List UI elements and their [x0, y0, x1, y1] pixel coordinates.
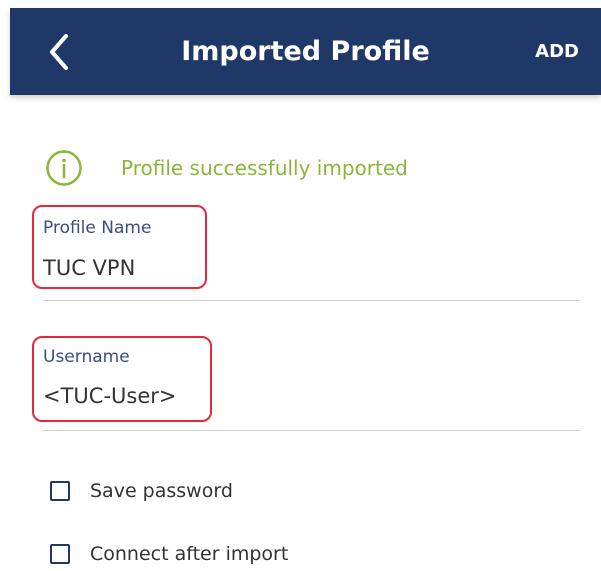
save-password-checkbox[interactable] [50, 481, 70, 501]
profile-name-field[interactable]: Profile Name TUC VPN [43, 208, 580, 301]
connect-after-import-checkbox[interactable] [50, 544, 70, 564]
info-icon [46, 150, 82, 186]
back-button[interactable] [40, 30, 80, 74]
save-password-label: Save password [90, 480, 233, 502]
add-button[interactable]: ADD [535, 8, 579, 95]
save-password-option[interactable]: Save password [50, 480, 233, 502]
import-notice: Profile successfully imported [45, 148, 408, 188]
profile-name-label: Profile Name [43, 218, 152, 238]
username-field[interactable]: Username <TUC-User> [43, 340, 580, 431]
notice-text: Profile successfully imported [121, 156, 408, 180]
page-title: Imported Profile [181, 36, 430, 67]
chevron-left-icon [50, 34, 68, 70]
connect-after-import-label: Connect after import [90, 543, 289, 565]
username-label: Username [43, 347, 130, 367]
connect-after-import-option[interactable]: Connect after import [50, 543, 288, 565]
profile-name-value[interactable]: TUC VPN [43, 256, 135, 280]
username-value[interactable]: <TUC-User> [43, 384, 177, 408]
app-bar: Imported Profile ADD [10, 8, 601, 95]
